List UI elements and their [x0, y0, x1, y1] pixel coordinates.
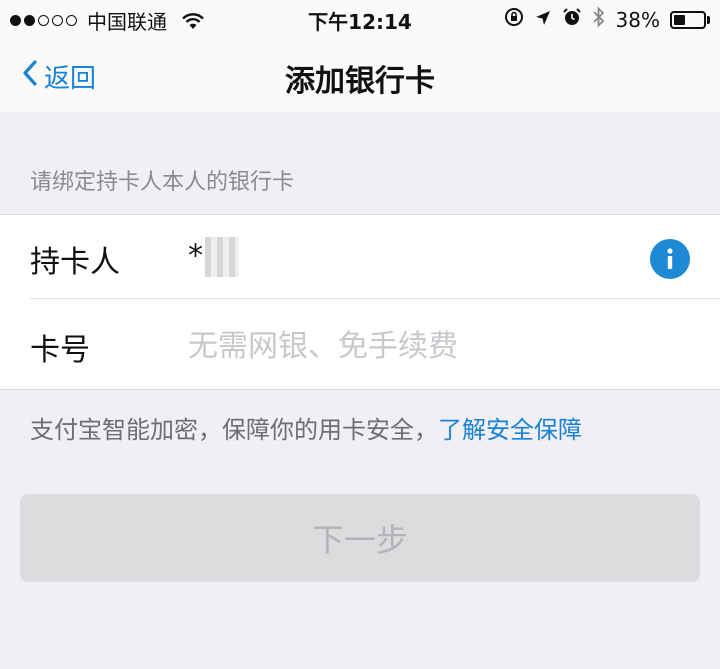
card-number-label: 卡号	[30, 333, 90, 368]
navigation-bar: 返回 添加银行卡	[0, 38, 720, 112]
battery-level	[674, 14, 685, 25]
security-note-text: 支付宝智能加密，保障你的用卡安全，	[30, 416, 438, 444]
cardholder-row: 持卡人 *	[0, 215, 720, 303]
battery-percent: 38%	[615, 7, 660, 32]
card-number-input[interactable]	[188, 323, 668, 369]
section-header: 请绑定持卡人本人的银行卡	[30, 170, 295, 195]
info-button[interactable]	[650, 239, 690, 279]
card-number-row: 卡号	[0, 303, 720, 391]
bluetooth-icon	[592, 6, 606, 33]
security-info-link[interactable]: 了解安全保障	[438, 416, 582, 444]
orientation-lock-icon	[504, 7, 524, 32]
bank-card-form: 持卡人 * 卡号	[0, 214, 720, 390]
status-right: 38%	[504, 6, 710, 33]
info-icon	[667, 248, 673, 269]
status-bar: 中国联通 下午12:14 38%	[0, 0, 720, 38]
cardholder-value: *	[188, 237, 239, 277]
security-note: 支付宝智能加密，保障你的用卡安全，了解安全保障	[30, 410, 582, 445]
next-button[interactable]: 下一步	[20, 494, 700, 582]
row-divider	[30, 298, 720, 299]
page-title: 添加银行卡	[285, 64, 435, 99]
masked-name	[205, 237, 239, 277]
battery-icon	[670, 10, 710, 29]
alarm-icon	[562, 7, 582, 32]
cardholder-label: 持卡人	[30, 245, 120, 280]
location-icon	[534, 8, 552, 32]
